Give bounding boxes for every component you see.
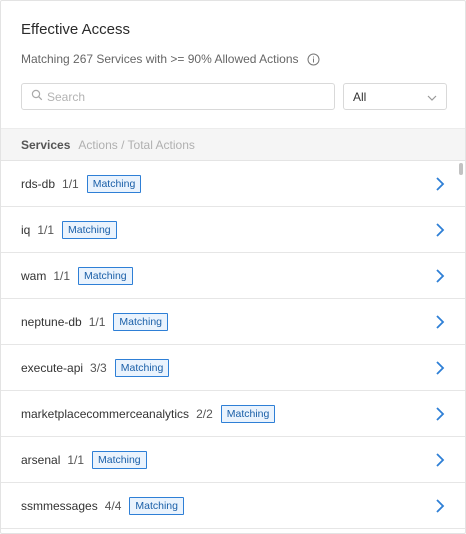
services-list[interactable]: rds-db 1/1 Matching iq 1/1 Matching wam … bbox=[1, 161, 465, 533]
chevron-right-icon[interactable] bbox=[435, 223, 445, 237]
service-name: iq bbox=[21, 222, 31, 237]
chevron-right-icon[interactable] bbox=[435, 177, 445, 191]
matching-badge: Matching bbox=[114, 358, 170, 377]
action-count: 1/1 bbox=[88, 314, 106, 329]
matching-badge: Matching bbox=[78, 266, 133, 285]
search-box[interactable] bbox=[21, 83, 335, 110]
action-count: 4/4 bbox=[104, 498, 122, 513]
service-name: neptune-db bbox=[21, 314, 82, 329]
chevron-right-icon[interactable] bbox=[435, 315, 445, 329]
action-count: 1/1 bbox=[53, 268, 71, 283]
matching-badge: Matching bbox=[220, 404, 276, 423]
service-row[interactable]: arsenal 1/1 Matching bbox=[1, 437, 465, 483]
panel-title: Effective Access bbox=[21, 21, 130, 38]
chevron-right-icon[interactable] bbox=[435, 361, 445, 375]
chevron-right-icon[interactable] bbox=[435, 407, 445, 421]
service-row[interactable]: rds-db 1/1 Matching bbox=[1, 161, 465, 207]
panel-subtitle: Matching 267 Services with >= 90% Allowe… bbox=[21, 52, 320, 66]
filter-select[interactable]: All bbox=[343, 83, 447, 110]
service-row[interactable]: execute-api 3/3 Matching bbox=[1, 345, 465, 391]
action-count: 3/3 bbox=[90, 360, 107, 375]
matching-badge: Matching bbox=[113, 312, 169, 331]
action-count: 1/1 bbox=[67, 452, 85, 467]
matching-badge: Matching bbox=[86, 174, 142, 193]
service-name: arsenal bbox=[21, 452, 61, 467]
service-name: rds-db bbox=[21, 176, 56, 191]
filter-selected-value: All bbox=[353, 89, 367, 104]
action-count: 1/1 bbox=[62, 176, 79, 191]
header-actions: Actions / Total Actions bbox=[78, 137, 195, 152]
service-name: ssmmessages bbox=[21, 498, 98, 513]
service-row[interactable]: ssmmessages 4/4 Matching bbox=[1, 483, 465, 529]
subtitle-text: Matching 267 Services with >= 90% Allowe… bbox=[21, 52, 299, 66]
matching-badge: Matching bbox=[129, 496, 184, 515]
search-input[interactable] bbox=[47, 89, 327, 104]
service-name: marketplacecommerceanalytics bbox=[21, 406, 190, 421]
chevron-right-icon[interactable] bbox=[435, 269, 445, 283]
matching-badge: Matching bbox=[92, 450, 147, 469]
chevron-down-icon bbox=[427, 90, 437, 104]
service-row[interactable]: wam 1/1 Matching bbox=[1, 253, 465, 299]
service-row[interactable]: marketplacecommerceanalytics 2/2 Matchin… bbox=[1, 391, 465, 437]
header-services: Services bbox=[21, 137, 71, 152]
effective-access-panel: Effective Access Matching 267 Services w… bbox=[0, 0, 466, 534]
service-row[interactable]: neptune-db 1/1 Matching bbox=[1, 299, 465, 345]
list-scrollbar[interactable] bbox=[459, 163, 463, 175]
service-name: wam bbox=[21, 268, 47, 283]
service-row[interactable]: iq 1/1 Matching bbox=[1, 207, 465, 253]
service-name: execute-api bbox=[21, 360, 84, 375]
chevron-right-icon[interactable] bbox=[435, 499, 445, 513]
action-count: 1/1 bbox=[37, 222, 55, 237]
info-icon[interactable] bbox=[307, 53, 320, 66]
search-icon bbox=[31, 88, 43, 106]
chevron-right-icon[interactable] bbox=[435, 453, 445, 467]
matching-badge: Matching bbox=[62, 220, 117, 239]
action-count: 2/2 bbox=[196, 406, 213, 421]
table-header: Services Actions / Total Actions bbox=[1, 128, 465, 161]
